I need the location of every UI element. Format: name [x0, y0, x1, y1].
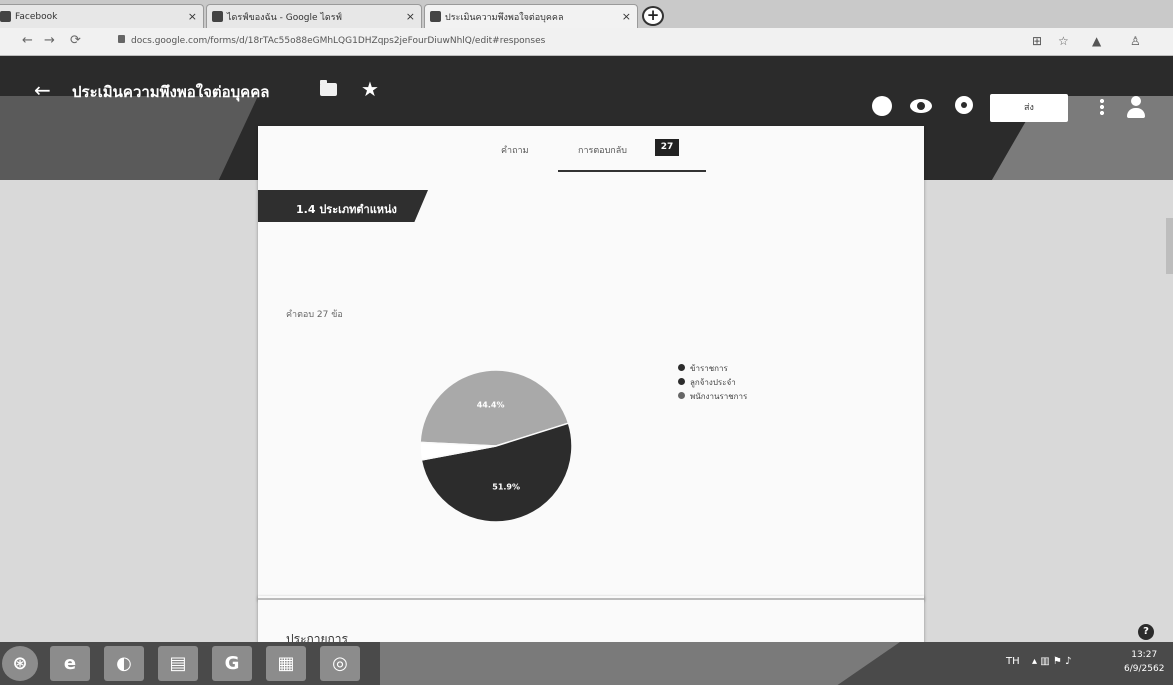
- palette-icon[interactable]: [872, 96, 892, 116]
- pie-slice-label-2: 51.9%: [492, 483, 520, 492]
- windows-taskbar: ⊛ e ◐ ▤ G ▦ ◎ TH ▴ ▥ ⚑ ♪ 13:27 6/9/2562: [0, 642, 1173, 685]
- browser-tab-strip: Facebook × ไดรฟ์ของฉัน - Google ไดรฟ์ × …: [0, 0, 1173, 28]
- legend-dot: [678, 378, 685, 385]
- legend-item-2: ลูกจ้างประจำ: [678, 376, 747, 390]
- form-title[interactable]: ประเมินความพึงพอใจต่อบุคคล: [72, 80, 269, 104]
- tab-label: ไดรฟ์ของฉัน - Google ไดรฟ์: [227, 12, 342, 23]
- question-banner: 1.4 ประเภทตำแหน่ง: [258, 190, 428, 222]
- legend-dot: [678, 392, 685, 399]
- help-icon[interactable]: ?: [1138, 624, 1154, 640]
- taskbar-decoration: [380, 642, 900, 685]
- back-arrow-icon[interactable]: ←: [34, 78, 51, 102]
- clock-time: 13:27: [1131, 650, 1158, 660]
- back-icon[interactable]: ←: [22, 33, 33, 48]
- pie-chart: 44.4% 51.9%: [419, 369, 573, 523]
- url-text: docs.google.com/forms/d/18rTAc55o88eGMhL…: [131, 36, 546, 46]
- close-icon[interactable]: ×: [622, 10, 631, 23]
- tab-label: Facebook: [15, 11, 58, 22]
- scrollbar-thumb[interactable]: [1166, 218, 1173, 274]
- url-field[interactable]: docs.google.com/forms/d/18rTAc55o88eGMhL…: [118, 35, 545, 46]
- tab-label: ประเมินความพึงพอใจต่อบุคคล: [445, 12, 564, 23]
- start-button[interactable]: ⊛: [2, 646, 38, 681]
- header-decoration: [0, 96, 258, 180]
- legend-dot: [678, 364, 685, 371]
- forward-icon[interactable]: →: [44, 33, 55, 48]
- more-vert-icon[interactable]: [1100, 98, 1104, 116]
- pie-slice-label-1: 44.4%: [477, 401, 505, 410]
- settings-gear-icon[interactable]: [955, 96, 973, 114]
- reload-icon[interactable]: ⟳: [70, 33, 81, 48]
- close-icon[interactable]: ×: [188, 10, 197, 23]
- browser-tab-forms[interactable]: ประเมินความพึงพอใจต่อบุคคล ×: [424, 4, 638, 28]
- send-button[interactable]: ส่ง: [990, 94, 1068, 122]
- folder-icon[interactable]: [320, 80, 337, 96]
- extension-icon[interactable]: ▲: [1092, 34, 1101, 48]
- preview-eye-icon[interactable]: [910, 99, 932, 113]
- line-app-icon[interactable]: ◎: [320, 646, 360, 681]
- new-tab-button[interactable]: +: [642, 6, 664, 26]
- chart-legend: ข้าราชการ ลูกจ้างประจำ พนักงานราชการ: [678, 362, 747, 404]
- drive-icon: [212, 11, 223, 22]
- response-count-label: คำตอบ 27 ข้อ: [286, 310, 343, 320]
- legend-label: ลูกจ้างประจำ: [690, 378, 736, 387]
- question-title: 1.4 ประเภทตำแหน่ง: [296, 203, 397, 216]
- browser-tab-drive[interactable]: ไดรฟ์ของฉัน - Google ไดรฟ์ ×: [206, 4, 422, 28]
- system-clock[interactable]: 13:27 6/9/2562: [1124, 648, 1164, 676]
- notepad-icon[interactable]: ▦: [266, 646, 306, 681]
- legend-label: พนักงานราชการ: [690, 392, 748, 401]
- form-tabs: คำถาม การตอบกลับ 27: [258, 126, 924, 172]
- translate-icon[interactable]: ⊞: [1032, 34, 1042, 48]
- forms-icon: [430, 11, 441, 22]
- media-player-icon[interactable]: ◐: [104, 646, 144, 681]
- legend-item-3: พนักงานราชการ: [678, 390, 747, 404]
- tray-icons[interactable]: ▴ ▥ ⚑ ♪: [1032, 656, 1071, 667]
- bookmark-star-icon[interactable]: ☆: [1058, 34, 1069, 48]
- internet-explorer-icon[interactable]: e: [50, 646, 90, 681]
- divider: [258, 598, 924, 600]
- tab-questions[interactable]: คำถาม: [501, 143, 529, 157]
- chrome-icon[interactable]: G: [212, 646, 252, 681]
- legend-label: ข้าราชการ: [690, 364, 728, 373]
- tab-responses[interactable]: การตอบกลับ: [578, 143, 627, 157]
- close-icon[interactable]: ×: [406, 10, 415, 23]
- account-icon[interactable]: [1125, 96, 1147, 120]
- responses-card: คำถาม การตอบกลับ 27 1.4 ประเภทตำแหน่ง คำ…: [258, 126, 924, 600]
- active-tab-indicator: [558, 170, 706, 172]
- star-icon[interactable]: ★: [361, 77, 379, 101]
- clock-date: 6/9/2562: [1124, 664, 1165, 674]
- address-bar: ← → ⟳ docs.google.com/forms/d/18rTAc55o8…: [0, 28, 1173, 56]
- browser-tab-facebook[interactable]: Facebook ×: [0, 4, 204, 28]
- user-profile-icon[interactable]: ♙: [1130, 34, 1141, 48]
- lock-icon: [118, 35, 125, 43]
- facebook-icon: [0, 11, 11, 22]
- language-indicator[interactable]: TH: [1006, 656, 1020, 667]
- legend-item-1: ข้าราชการ: [678, 362, 747, 376]
- file-explorer-icon[interactable]: ▤: [158, 646, 198, 681]
- responses-count-badge: 27: [655, 139, 679, 156]
